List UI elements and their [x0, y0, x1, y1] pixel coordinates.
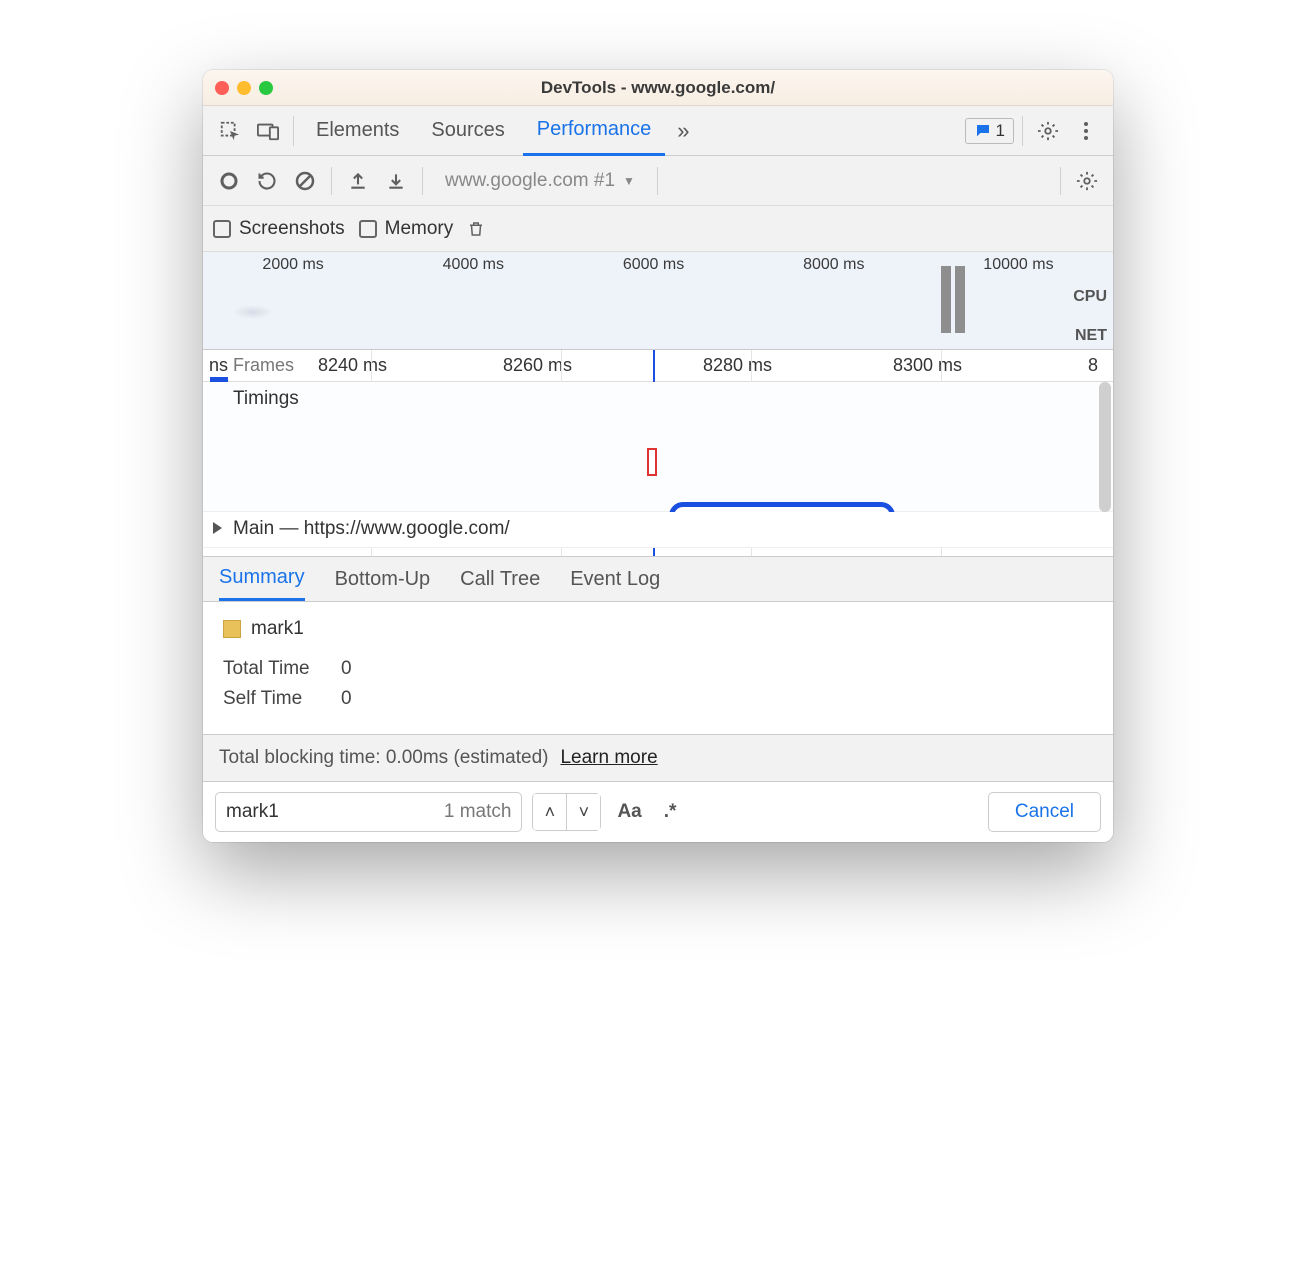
- performance-toolbar: www.google.com #1 ▼: [203, 156, 1113, 206]
- record-icon[interactable]: [213, 165, 245, 197]
- search-bar: mark1 1 match ˄ ˅ Aa .* Cancel: [203, 782, 1113, 842]
- profile-select[interactable]: www.google.com #1 ▼: [433, 170, 647, 192]
- ruler-unit: ns: [209, 355, 228, 376]
- separator: [657, 167, 658, 195]
- zoom-window-icon[interactable]: [259, 81, 273, 95]
- cpu-activity-icon: [233, 305, 273, 319]
- total-time-row: Total Time 0: [223, 658, 1093, 680]
- tab-sources[interactable]: Sources: [417, 106, 518, 155]
- search-value: mark1: [226, 801, 279, 823]
- timings-track[interactable]: Timings: [203, 382, 1113, 512]
- minimize-window-icon[interactable]: [237, 81, 251, 95]
- frames-label: Frames: [233, 355, 294, 376]
- tab-summary[interactable]: Summary: [219, 557, 305, 601]
- settings-gear-icon[interactable]: [1031, 114, 1065, 148]
- overview-ticks: 2000 ms4000 ms6000 ms8000 ms10000 ms: [203, 252, 1113, 274]
- time-ruler: ns Frames 8240 ms 8260 ms 8280 ms 8300 m…: [203, 350, 1113, 382]
- device-toggle-icon[interactable]: [251, 114, 285, 148]
- memory-checkbox[interactable]: Memory: [359, 218, 454, 240]
- cpu-lane-label: CPU: [1073, 288, 1107, 306]
- inspect-element-icon[interactable]: [213, 114, 247, 148]
- separator: [1060, 167, 1061, 195]
- devtools-window: DevTools - www.google.com/ Elements Sour…: [203, 70, 1113, 842]
- expand-triangle-icon[interactable]: [213, 522, 222, 534]
- tab-call-tree[interactable]: Call Tree: [460, 568, 540, 591]
- search-result-count: 1 match: [444, 801, 512, 823]
- devtools-tabbar: Elements Sources Performance » 1: [203, 106, 1113, 156]
- separator: [293, 116, 294, 146]
- mark-name: mark1: [251, 618, 304, 640]
- details-tabs: Summary Bottom-Up Call Tree Event Log: [203, 556, 1113, 602]
- main-label: Main — https://www.google.com/: [233, 518, 510, 540]
- window-title: DevTools - www.google.com/: [541, 78, 775, 98]
- dropdown-caret-icon: ▼: [623, 174, 635, 188]
- blocking-text: Total blocking time: 0.00ms (estimated): [219, 747, 548, 769]
- color-swatch-icon: [223, 620, 241, 638]
- cancel-button[interactable]: Cancel: [988, 792, 1101, 832]
- more-tabs-icon[interactable]: »: [669, 118, 697, 144]
- feedback-count: 1: [996, 121, 1005, 141]
- timings-label: Timings: [233, 388, 299, 410]
- separator: [331, 167, 332, 195]
- tab-performance[interactable]: Performance: [523, 107, 666, 156]
- timeline-overview[interactable]: 2000 ms4000 ms6000 ms8000 ms10000 ms CPU…: [203, 252, 1113, 350]
- timing-marker-icon[interactable]: [647, 448, 657, 476]
- garbage-collect-icon[interactable]: [467, 219, 493, 239]
- window-controls: [215, 81, 273, 95]
- tab-elements[interactable]: Elements: [302, 106, 413, 155]
- blocking-time-bar: Total blocking time: 0.00ms (estimated) …: [203, 734, 1113, 782]
- search-input[interactable]: mark1 1 match: [215, 792, 522, 832]
- overview-range-handle[interactable]: [955, 266, 965, 333]
- tab-event-log[interactable]: Event Log: [570, 568, 660, 591]
- learn-more-link[interactable]: Learn more: [560, 747, 657, 769]
- regex-toggle[interactable]: .*: [658, 801, 683, 823]
- flame-chart[interactable]: ns Frames 8240 ms 8260 ms 8280 ms 8300 m…: [203, 350, 1113, 556]
- kebab-menu-icon[interactable]: [1069, 114, 1103, 148]
- capture-options: Screenshots Memory: [203, 206, 1113, 252]
- search-nav: ˄ ˅: [532, 793, 601, 831]
- profile-name: www.google.com #1: [445, 170, 615, 192]
- self-time-row: Self Time 0: [223, 688, 1093, 710]
- clear-icon[interactable]: [289, 165, 321, 197]
- titlebar: DevTools - www.google.com/: [203, 70, 1113, 106]
- search-next-icon[interactable]: ˅: [567, 793, 601, 831]
- separator: [422, 167, 423, 195]
- reload-icon[interactable]: [251, 165, 283, 197]
- match-case-toggle[interactable]: Aa: [611, 801, 647, 823]
- tab-bottom-up[interactable]: Bottom-Up: [335, 568, 431, 591]
- screenshots-checkbox[interactable]: Screenshots: [213, 218, 345, 240]
- search-prev-icon[interactable]: ˄: [533, 793, 567, 831]
- summary-mark-row: mark1: [223, 618, 1093, 640]
- scrollbar[interactable]: [1099, 382, 1111, 512]
- summary-panel: mark1 Total Time 0 Self Time 0: [203, 602, 1113, 734]
- download-icon[interactable]: [380, 165, 412, 197]
- main-track[interactable]: Main — https://www.google.com/: [203, 512, 1113, 548]
- close-window-icon[interactable]: [215, 81, 229, 95]
- overview-range-handle[interactable]: [941, 266, 951, 333]
- feedback-badge[interactable]: 1: [965, 118, 1014, 144]
- capture-settings-gear-icon[interactable]: [1071, 165, 1103, 197]
- upload-icon[interactable]: [342, 165, 374, 197]
- net-lane-label: NET: [1075, 327, 1107, 345]
- separator: [1022, 116, 1023, 146]
